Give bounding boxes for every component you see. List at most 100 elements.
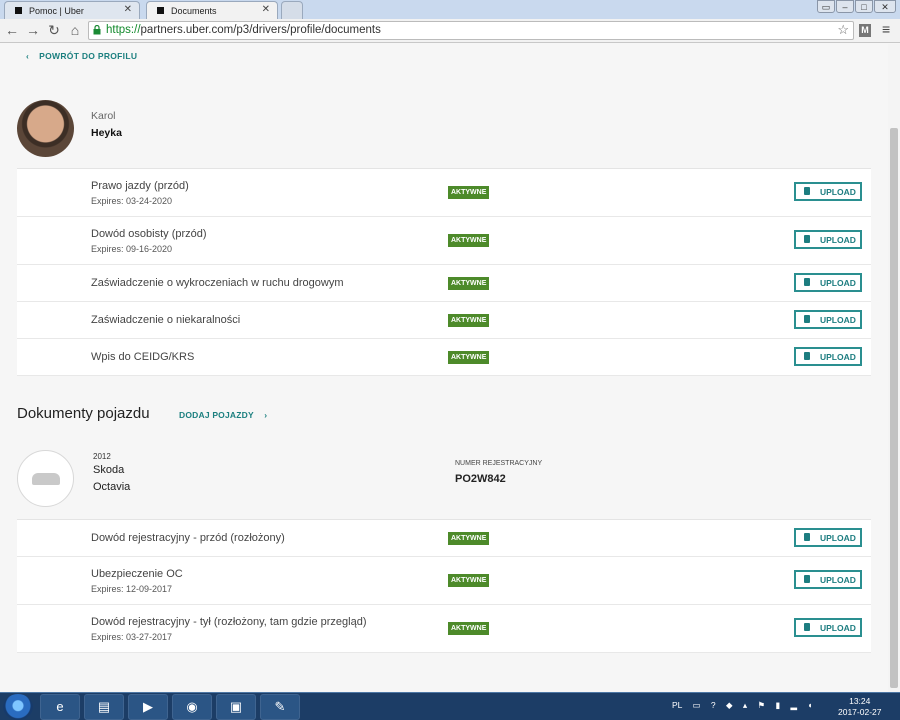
maximize-icon[interactable]: □ <box>855 0 873 13</box>
tab-favicon-icon <box>157 7 164 14</box>
document-name: Zaświadczenie o wykroczeniach w ruchu dr… <box>91 277 344 289</box>
reload-icon[interactable]: ↻ <box>45 22 63 39</box>
bookmark-star-icon[interactable]: ☆ <box>837 22 849 38</box>
car-icon <box>17 450 74 507</box>
clock[interactable]: 13:24 2017-02-27 <box>838 696 881 718</box>
url-scheme: https:// <box>106 24 141 36</box>
add-vehicle-link[interactable]: DODAJ POJAZDY › <box>179 410 267 420</box>
app-icon[interactable]: ✎ <box>260 694 300 720</box>
status-badge: AKTYWNE <box>448 574 490 587</box>
document-icon <box>804 235 810 243</box>
upload-button[interactable]: UPLOAD <box>794 273 862 292</box>
driver-documents-list: Prawo jazdy (przód) Expires: 03-24-2020 … <box>17 168 871 376</box>
upload-button[interactable]: UPLOAD <box>794 230 862 249</box>
document-expiry: Expires: 03-24-2020 <box>91 196 173 206</box>
back-arrow-icon[interactable]: ← <box>3 22 21 38</box>
upload-button[interactable]: UPLOAD <box>794 310 862 329</box>
extension-button[interactable]: M <box>859 24 871 37</box>
document-name: Dowód osobisty (przód) <box>91 228 207 240</box>
language-indicator[interactable]: PL <box>672 700 682 710</box>
lock-icon <box>93 25 101 35</box>
status-badge: AKTYWNE <box>448 351 490 364</box>
list-item: Zaświadczenie o wykroczeniach w ruchu dr… <box>17 265 871 302</box>
system-tray: PL ▭ ? ◆ ▴ ⚑ ▮ ▂ ◖ <box>672 700 817 711</box>
document-icon <box>804 623 810 631</box>
upload-button[interactable]: UPLOAD <box>794 528 862 547</box>
window-icon[interactable]: ▣ <box>216 694 256 720</box>
status-badge: AKTYWNE <box>448 314 490 327</box>
page-scrollbar[interactable] <box>888 44 900 692</box>
tab-close-icon[interactable]: ✕ <box>262 4 270 15</box>
forward-arrow-icon[interactable]: → <box>24 22 42 38</box>
upload-button[interactable]: UPLOAD <box>794 182 862 201</box>
back-to-profile-link[interactable]: ‹ POWRÓT DO PROFILU <box>26 51 137 61</box>
vehicle-section-title: Dokumenty pojazdu <box>17 405 150 422</box>
list-item: Dowód rejestracyjny - przód (rozłożony) … <box>17 520 871 557</box>
driver-avatar <box>17 100 74 157</box>
driver-last-name: Heyka <box>91 127 122 139</box>
tab-pomoc-uber[interactable]: Pomoc | Uber ✕ <box>4 1 140 19</box>
tab-close-icon[interactable]: ✕ <box>124 4 132 15</box>
document-name: Wpis do CEIDG/KRS <box>91 351 195 363</box>
internet-explorer-icon[interactable]: e <box>40 694 80 720</box>
document-name: Zaświadczenie o niekaralności <box>91 314 241 326</box>
clock-time: 13:24 <box>849 696 871 706</box>
status-badge: AKTYWNE <box>448 277 490 290</box>
upload-button[interactable]: UPLOAD <box>794 618 862 637</box>
vehicle-make: Skoda <box>93 464 125 476</box>
document-icon <box>804 533 810 541</box>
document-icon <box>804 352 810 360</box>
browser-titlebar: Pomoc | Uber ✕ Documents ✕ ▭ – □ ✕ <box>0 0 900 19</box>
browser-toolbar: ← → ↻ ⌂ https://partners.uber.com/p3/dri… <box>0 19 900 43</box>
document-name: Ubezpieczenie OC <box>91 568 183 580</box>
list-item: Wpis do CEIDG/KRS AKTYWNE UPLOAD <box>17 339 871 376</box>
list-item: Dowód osobisty (przód) Expires: 09-16-20… <box>17 217 871 265</box>
status-badge: AKTYWNE <box>448 186 490 199</box>
tray-icons[interactable]: ▭ ? ◆ ▴ ⚑ ▮ ▂ ◖ <box>692 700 816 710</box>
minimize-icon[interactable]: – <box>836 0 854 13</box>
vehicle-documents-list: Dowód rejestracyjny - przód (rozłożony) … <box>17 519 871 653</box>
status-badge: AKTYWNE <box>448 532 490 545</box>
restore-icon[interactable]: ▭ <box>817 0 835 13</box>
status-badge: AKTYWNE <box>448 622 490 635</box>
start-button[interactable] <box>3 694 33 720</box>
list-item: Prawo jazdy (przód) Expires: 03-24-2020 … <box>17 169 871 217</box>
status-badge: AKTYWNE <box>448 234 490 247</box>
url-path: partners.uber.com/p3/drivers/profile/doc… <box>140 24 381 36</box>
document-icon <box>804 278 810 286</box>
document-expiry: Expires: 12-09-2017 <box>91 584 173 594</box>
upload-button[interactable]: UPLOAD <box>794 570 862 589</box>
window-controls: ▭ – □ ✕ <box>817 0 896 13</box>
chrome-icon[interactable]: ◉ <box>172 694 212 720</box>
scrollbar-thumb[interactable] <box>890 128 898 688</box>
document-name: Dowód rejestracyjny - przód (rozłożony) <box>91 532 285 544</box>
document-icon <box>804 315 810 323</box>
tab-documents[interactable]: Documents ✕ <box>146 1 278 19</box>
clock-date: 2017-02-27 <box>838 707 882 717</box>
document-expiry: Expires: 09-16-2020 <box>91 244 173 254</box>
vehicle-year: 2012 <box>93 452 111 461</box>
chevron-left-icon: ‹ <box>26 51 30 61</box>
plate-number: PO2W842 <box>455 473 506 485</box>
media-player-icon[interactable]: ▶ <box>128 694 168 720</box>
tab-favicon-icon <box>15 7 22 14</box>
new-tab-button[interactable] <box>281 1 303 19</box>
document-name: Dowód rejestracyjny - tył (rozłożony, ta… <box>91 616 367 628</box>
close-window-icon[interactable]: ✕ <box>874 0 896 13</box>
list-item: Ubezpieczenie OC Expires: 12-09-2017 AKT… <box>17 557 871 605</box>
address-bar[interactable]: https://partners.uber.com/p3/drivers/pro… <box>88 21 854 40</box>
file-explorer-icon[interactable]: ▤ <box>84 694 124 720</box>
upload-button[interactable]: UPLOAD <box>794 347 862 366</box>
driver-first-name: Karol <box>91 110 116 122</box>
chevron-right-icon: › <box>264 410 268 420</box>
browser-menu-icon[interactable]: ≡ <box>882 21 890 37</box>
tab-title: Pomoc | Uber <box>29 6 84 16</box>
home-icon[interactable]: ⌂ <box>66 22 84 38</box>
document-icon <box>804 187 810 195</box>
page-content: ‹ POWRÓT DO PROFILU Karol Heyka Prawo jaz… <box>0 44 888 692</box>
document-name: Prawo jazdy (przód) <box>91 180 189 192</box>
plate-label: NUMER REJESTRACYJNY <box>455 460 543 467</box>
list-item: Zaświadczenie o niekaralności AKTYWNE UP… <box>17 302 871 339</box>
tab-title: Documents <box>171 6 217 16</box>
windows-taskbar: e ▤ ▶ ◉ ▣ ✎ PL ▭ ? ◆ ▴ ⚑ ▮ ▂ ◖ 13:24 201… <box>0 692 900 720</box>
